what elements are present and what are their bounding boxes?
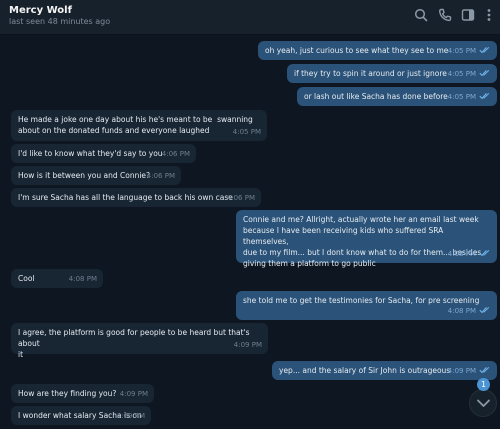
message-time: 4:08 PM <box>447 250 476 258</box>
message-bubble[interactable]: I'd like to know what they'd say to you … <box>11 144 196 163</box>
message-time: 4:05 PM <box>232 128 261 136</box>
chevron-down-icon <box>477 399 490 407</box>
read-ticks-icon <box>479 46 491 54</box>
message-time: 4:09 PM <box>233 341 262 349</box>
message-time: 4:05 PM <box>447 93 476 101</box>
message-bubble[interactable]: she told me to get the testimonies for S… <box>236 291 497 320</box>
telegram-chat-window: Mercy Wolf last seen 48 minutes ago oh y… <box>0 0 500 429</box>
message-bubble[interactable]: How is it between you and Connie? 4:06 P… <box>11 166 181 185</box>
message-meta: 4:05 PM <box>448 46 491 57</box>
message-time: 4:09 PM <box>116 412 145 420</box>
message-time: 4:08 PM <box>447 307 476 315</box>
message-bubble[interactable]: if they try to spin it around or just ig… <box>287 64 497 83</box>
message-text: How are they finding you? <box>18 389 117 398</box>
message-text: I agree, the platform is good for people… <box>18 328 250 359</box>
message-bubble[interactable]: yep... and the salary of Sir John is out… <box>272 361 497 380</box>
message-meta: 4:09 PM <box>448 366 491 377</box>
sidebar-toggle-icon[interactable] <box>460 7 476 23</box>
chat-header: Mercy Wolf last seen 48 minutes ago <box>0 0 500 35</box>
message-text: Cool <box>18 274 35 283</box>
phone-icon[interactable] <box>437 7 453 23</box>
message-time: 4:09 PM <box>119 390 148 398</box>
message-text: He made a joke one day about his he's me… <box>18 115 253 135</box>
read-ticks-icon <box>479 69 491 77</box>
message-bubble[interactable]: He made a joke one day about his he's me… <box>11 110 267 141</box>
message-text: I'm sure Sacha has all the language to b… <box>18 193 233 202</box>
message-list[interactable]: oh yeah, just curious to see what they s… <box>0 34 500 429</box>
message-bubble[interactable]: I agree, the platform is good for people… <box>11 323 268 359</box>
message-text: Connie and me? Allright, actually wrote … <box>243 215 482 268</box>
read-ticks-icon <box>479 249 491 257</box>
contact-name[interactable]: Mercy Wolf <box>9 5 72 16</box>
message-meta: 4:05 PM <box>448 92 491 103</box>
message-bubble[interactable]: How are they finding you? 4:09 PM <box>11 384 154 403</box>
message-text: or lash out like Sacha has done before <box>304 92 448 101</box>
message-time: 4:06 PM <box>161 150 190 158</box>
message-text: oh yeah, just curious to see what they s… <box>265 46 449 55</box>
last-seen-status: last seen 48 minutes ago <box>9 17 111 26</box>
message-time: 4:05 PM <box>447 47 476 55</box>
unread-count-badge: 1 <box>477 378 490 391</box>
message-bubble[interactable]: Connie and me? Allright, actually wrote … <box>236 210 497 268</box>
message-text: I'd like to know what they'd say to you <box>18 149 163 158</box>
message-bubble[interactable]: oh yeah, just curious to see what they s… <box>258 41 497 60</box>
message-bubble[interactable]: or lash out like Sacha has done before 4… <box>297 87 497 106</box>
more-vert-icon[interactable] <box>481 7 497 23</box>
message-time: 4:08 PM <box>68 275 97 283</box>
read-ticks-icon <box>479 366 491 374</box>
message-text: if they try to spin it around or just ig… <box>294 69 447 78</box>
message-text: yep... and the salary of Sir John is out… <box>279 366 451 375</box>
search-icon[interactable] <box>413 7 429 23</box>
message-text: she told me to get the testimonies for S… <box>243 296 480 305</box>
message-time: 4:06 PM <box>146 172 175 180</box>
message-text: How is it between you and Connie? <box>18 171 151 180</box>
message-time: 4:06 PM <box>226 194 255 202</box>
message-bubble[interactable]: I wonder what salary Sacha is on 4:09 PM <box>11 406 151 425</box>
message-bubble[interactable]: Cool 4:08 PM <box>11 269 103 288</box>
read-ticks-icon <box>479 306 491 314</box>
message-bubble[interactable]: I'm sure Sacha has all the language to b… <box>11 188 261 207</box>
message-time: 4:05 PM <box>447 70 476 78</box>
scroll-to-bottom-button[interactable] <box>469 389 497 417</box>
message-meta: 4:08 PM <box>448 306 491 317</box>
read-ticks-icon <box>479 92 491 100</box>
message-meta: 4:08 PM <box>448 249 491 260</box>
message-time: 4:09 PM <box>447 367 476 375</box>
message-meta: 4:05 PM <box>448 69 491 80</box>
